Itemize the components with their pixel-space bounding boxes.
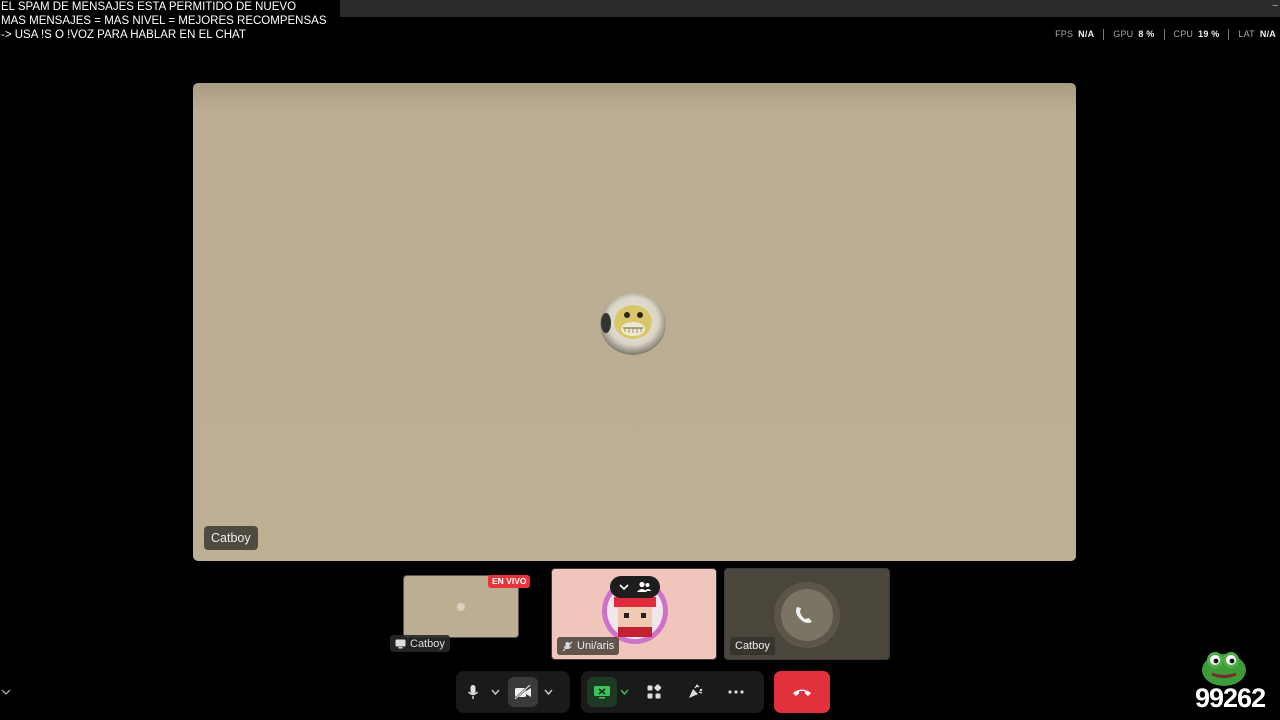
main-video-name-tag: Catboy — [204, 526, 258, 550]
performance-stats: FPS N/A GPU 8 % CPU 19 % LAT N/A — [1046, 29, 1276, 40]
participant-tile-catboy[interactable]: Catboy — [724, 568, 890, 660]
cpu-stat: CPU 19 % — [1165, 29, 1230, 40]
expand-chevron[interactable] — [0, 686, 12, 698]
chevron-down-icon — [543, 689, 553, 695]
gpu-stat: GPU 8 % — [1104, 29, 1165, 40]
view-counter: 99262 — [1195, 683, 1266, 713]
apps-icon — [647, 684, 662, 699]
overlay-line-1: EL SPAM DE MENSAJES ESTA PERMITIDO DE NU… — [1, 0, 298, 14]
chevron-down-icon — [1, 689, 11, 695]
overlay-line-2: MAS MENSAJES = MAS NIVEL = MEJORES RECOM… — [1, 14, 328, 28]
av-controls — [456, 671, 570, 713]
frog-sticker-icon — [1202, 652, 1246, 686]
more-button[interactable] — [721, 677, 751, 707]
reactions-icon — [689, 684, 703, 698]
camera-off-icon — [514, 684, 531, 700]
participant-tile-uni[interactable]: Uni/aris — [551, 568, 717, 660]
fps-stat: FPS N/A — [1046, 29, 1105, 40]
camera-options-button[interactable] — [541, 677, 555, 707]
live-badge: EN VIVO — [488, 575, 531, 588]
screen-share-icon — [395, 639, 406, 648]
lat-stat: LAT N/A — [1238, 29, 1276, 39]
participant-avatar — [600, 293, 666, 355]
minimize-icon[interactable]: – — [1272, 1, 1278, 11]
mic-button[interactable] — [458, 677, 488, 707]
mic-off-icon — [562, 641, 573, 651]
stream-overlay-text: EL SPAM DE MENSAJES ESTA PERMITIDO DE NU… — [1, 0, 328, 42]
participant-name-tag: Uni/aris — [557, 637, 620, 655]
screen-share-button[interactable] — [587, 677, 617, 707]
more-icon — [728, 690, 744, 694]
hang-up-icon — [793, 689, 811, 696]
top-bar: – — [340, 0, 1280, 17]
chevron-down-icon — [490, 689, 500, 695]
participants-icon[interactable] — [636, 581, 652, 593]
end-call-button[interactable] — [774, 671, 830, 713]
tile-controls[interactable] — [610, 576, 660, 598]
apps-button[interactable] — [639, 677, 669, 707]
screen-share-icon — [594, 686, 610, 699]
reactions-button[interactable] — [680, 677, 710, 707]
overlay-line-3: -> USA !S O !VOZ PARA HABLAR EN EL CHAT — [1, 28, 247, 42]
camera-button[interactable] — [508, 677, 538, 707]
mic-icon — [467, 685, 479, 699]
main-video-tile[interactable]: Catboy — [193, 83, 1076, 561]
chevron-down-icon — [619, 689, 629, 695]
chevron-down-icon[interactable] — [618, 583, 629, 591]
call-actions — [581, 671, 764, 713]
screen-share-options-button[interactable] — [617, 677, 631, 707]
participant-name-tag: Catboy — [730, 637, 775, 655]
mic-options-button[interactable] — [488, 677, 502, 707]
participant-name-tag: Catboy — [390, 635, 450, 652]
